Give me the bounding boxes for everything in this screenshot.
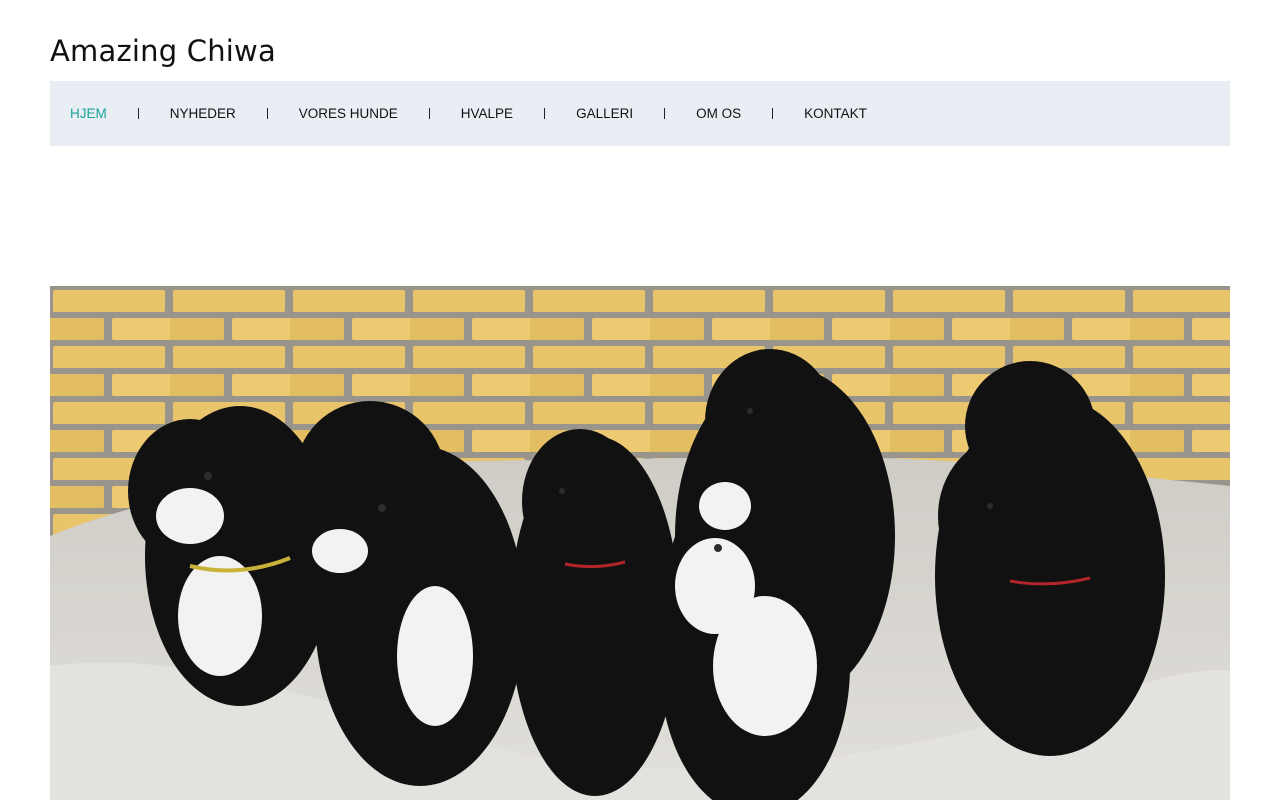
nav-link-galleri[interactable]: GALLERI xyxy=(576,106,633,121)
nav-item-hvalpe: HVALPE xyxy=(461,106,576,121)
nav-link-kontakt[interactable]: KONTAKT xyxy=(804,106,867,121)
nav-item-vores-hunde: VORES HUNDE xyxy=(299,106,461,121)
site-title[interactable]: Amazing Chiwa xyxy=(50,30,276,72)
nav-link-hvalpe[interactable]: HVALPE xyxy=(461,106,513,121)
nav-link-hjem[interactable]: HJEM xyxy=(70,106,107,121)
nav-link-nyheder[interactable]: NYHEDER xyxy=(170,106,236,121)
nav-separator xyxy=(137,108,139,119)
nav-item-galleri: GALLERI xyxy=(576,106,696,121)
nav-item-hjem: HJEM xyxy=(70,106,170,121)
nav-link-om-os[interactable]: OM OS xyxy=(696,106,741,121)
page: Amazing Chiwa HJEM NYHEDER VORES HUNDE H… xyxy=(0,0,1280,800)
hero-image-puppies xyxy=(50,286,1230,800)
nav-separator xyxy=(266,108,268,119)
nav-item-om-os: OM OS xyxy=(696,106,804,121)
nav-separator xyxy=(664,108,666,119)
main-navigation: HJEM NYHEDER VORES HUNDE HVALPE GALLERI … xyxy=(50,81,1230,146)
nav-item-nyheder: NYHEDER xyxy=(170,106,299,121)
nav-separator xyxy=(772,108,774,119)
puppies-photo xyxy=(50,286,1230,800)
nav-item-kontakt: KONTAKT xyxy=(804,106,867,121)
nav-separator xyxy=(544,108,546,119)
nav-link-vores-hunde[interactable]: VORES HUNDE xyxy=(299,106,398,121)
nav-separator xyxy=(428,108,430,119)
